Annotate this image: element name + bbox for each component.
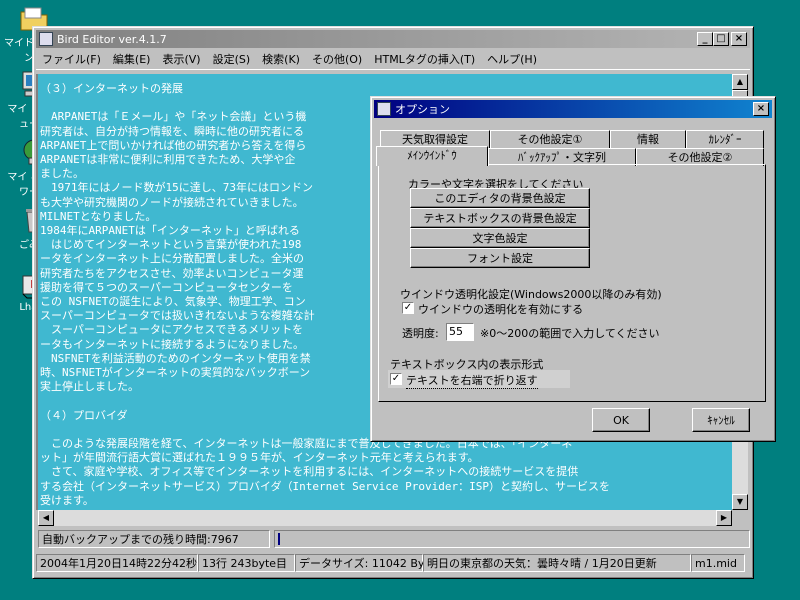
status-bar: 2004年1月20日14時22分42秒 13行 243byte目 データサイズ:…: [36, 554, 752, 572]
menu-bar: ファイル(F) 編集(E) 表示(V) 設定(S) 検索(K) その他(O) H…: [36, 49, 750, 68]
window-title: Bird Editor ver.4.1.7: [57, 32, 167, 46]
menu-other[interactable]: その他(O): [306, 51, 368, 67]
opacity-label: 透明度:: [402, 327, 439, 340]
status-datasize: データサイズ: 11042 Byte: [295, 554, 436, 572]
textbox-bg-color-button[interactable]: テキストボックスの背景色設定: [410, 208, 590, 228]
scroll-down-button[interactable]: ▼: [732, 494, 748, 510]
status-position: 13行 243byte目: [198, 554, 295, 572]
transparency-checkbox-label[interactable]: ウインドウの透明化を有効にする: [418, 301, 583, 317]
minimize-button[interactable]: _: [697, 32, 713, 46]
scroll-left-button[interactable]: ◀: [38, 510, 54, 526]
menu-edit[interactable]: 編集(E): [107, 51, 157, 67]
opacity-hint: ※0～200の範囲で入力してください: [480, 327, 660, 340]
editor-line: （３）インターネットの発展: [40, 82, 183, 95]
dialog-titlebar[interactable]: オプション: [374, 100, 772, 118]
app-icon: [39, 32, 53, 46]
editor-line: ット」が年間流行語大賞に選ばれた１９９５年が、インターネット元年と考えられます。: [40, 451, 479, 465]
status-datetime: 2004年1月20日14時22分42秒: [36, 554, 198, 572]
backup-progress-bar: [274, 530, 750, 548]
wrap-checkbox-label[interactable]: テキストを右端で折り返す: [406, 372, 538, 389]
editor-line: 受けます。: [40, 493, 94, 507]
menu-view[interactable]: 表示(V): [156, 51, 206, 67]
tab-info[interactable]: 情報: [610, 130, 686, 148]
dialog-close-button[interactable]: ×: [753, 102, 769, 116]
status-weather: 明日の東京都の天気：曇時々晴 / 1月20日更新: [423, 554, 691, 572]
main-window-titlebar[interactable]: Bird Editor ver.4.1.7: [36, 30, 750, 48]
tab-calendar[interactable]: ｶﾚﾝﾀﾞｰ: [686, 130, 764, 148]
tab-main-window[interactable]: ﾒｲﾝｳｲﾝﾄﾞｳ: [376, 146, 488, 166]
menu-help[interactable]: ヘルプ(H): [481, 51, 543, 67]
horizontal-scrollbar[interactable]: ◀ ▶: [38, 510, 732, 526]
menu-settings[interactable]: 設定(S): [207, 51, 257, 67]
ok-button[interactable]: OK: [592, 408, 650, 432]
scroll-right-button[interactable]: ▶: [716, 510, 732, 526]
dialog-app-icon: [377, 102, 391, 116]
menu-search[interactable]: 検索(K): [256, 51, 306, 67]
progress-fill: [278, 533, 280, 545]
transparency-section-label: ウインドウ透明化設定(Windows2000以降のみ有効): [400, 288, 662, 301]
backup-status-row: 自動バックアップまでの残り時間:7967: [38, 530, 750, 548]
menu-file[interactable]: ファイル(F): [36, 51, 107, 67]
status-music: m1.mid: [691, 554, 745, 572]
editor-line: する会社（インターネットサービス）プロバイダ（Internet Service …: [40, 479, 610, 493]
scroll-up-button[interactable]: ▲: [732, 74, 748, 90]
menu-html-insert[interactable]: HTMLタグの挿入(T): [368, 51, 481, 67]
editor-line: さて、家庭や学校、オフィス等でインターネットを利用するには、インターネットへの接…: [40, 465, 579, 479]
dialog-title: オプション: [395, 103, 450, 116]
wrap-checkbox[interactable]: ✓: [390, 373, 402, 385]
tab-other-settings-1[interactable]: その他設定①: [490, 130, 610, 148]
opacity-input[interactable]: 55: [446, 323, 474, 341]
font-settings-button[interactable]: フォント設定: [410, 248, 590, 268]
text-color-button[interactable]: 文字色設定: [410, 228, 590, 248]
transparency-checkbox[interactable]: ✓: [402, 302, 414, 314]
backup-countdown: 自動バックアップまでの残り時間:7967: [38, 530, 270, 548]
cancel-button[interactable]: ｷｬﾝｾﾙ: [692, 408, 750, 432]
close-button[interactable]: ×: [731, 32, 747, 46]
maximize-button[interactable]: □: [713, 32, 729, 46]
editor-bg-color-button[interactable]: このエディタの背景色設定: [410, 188, 590, 208]
